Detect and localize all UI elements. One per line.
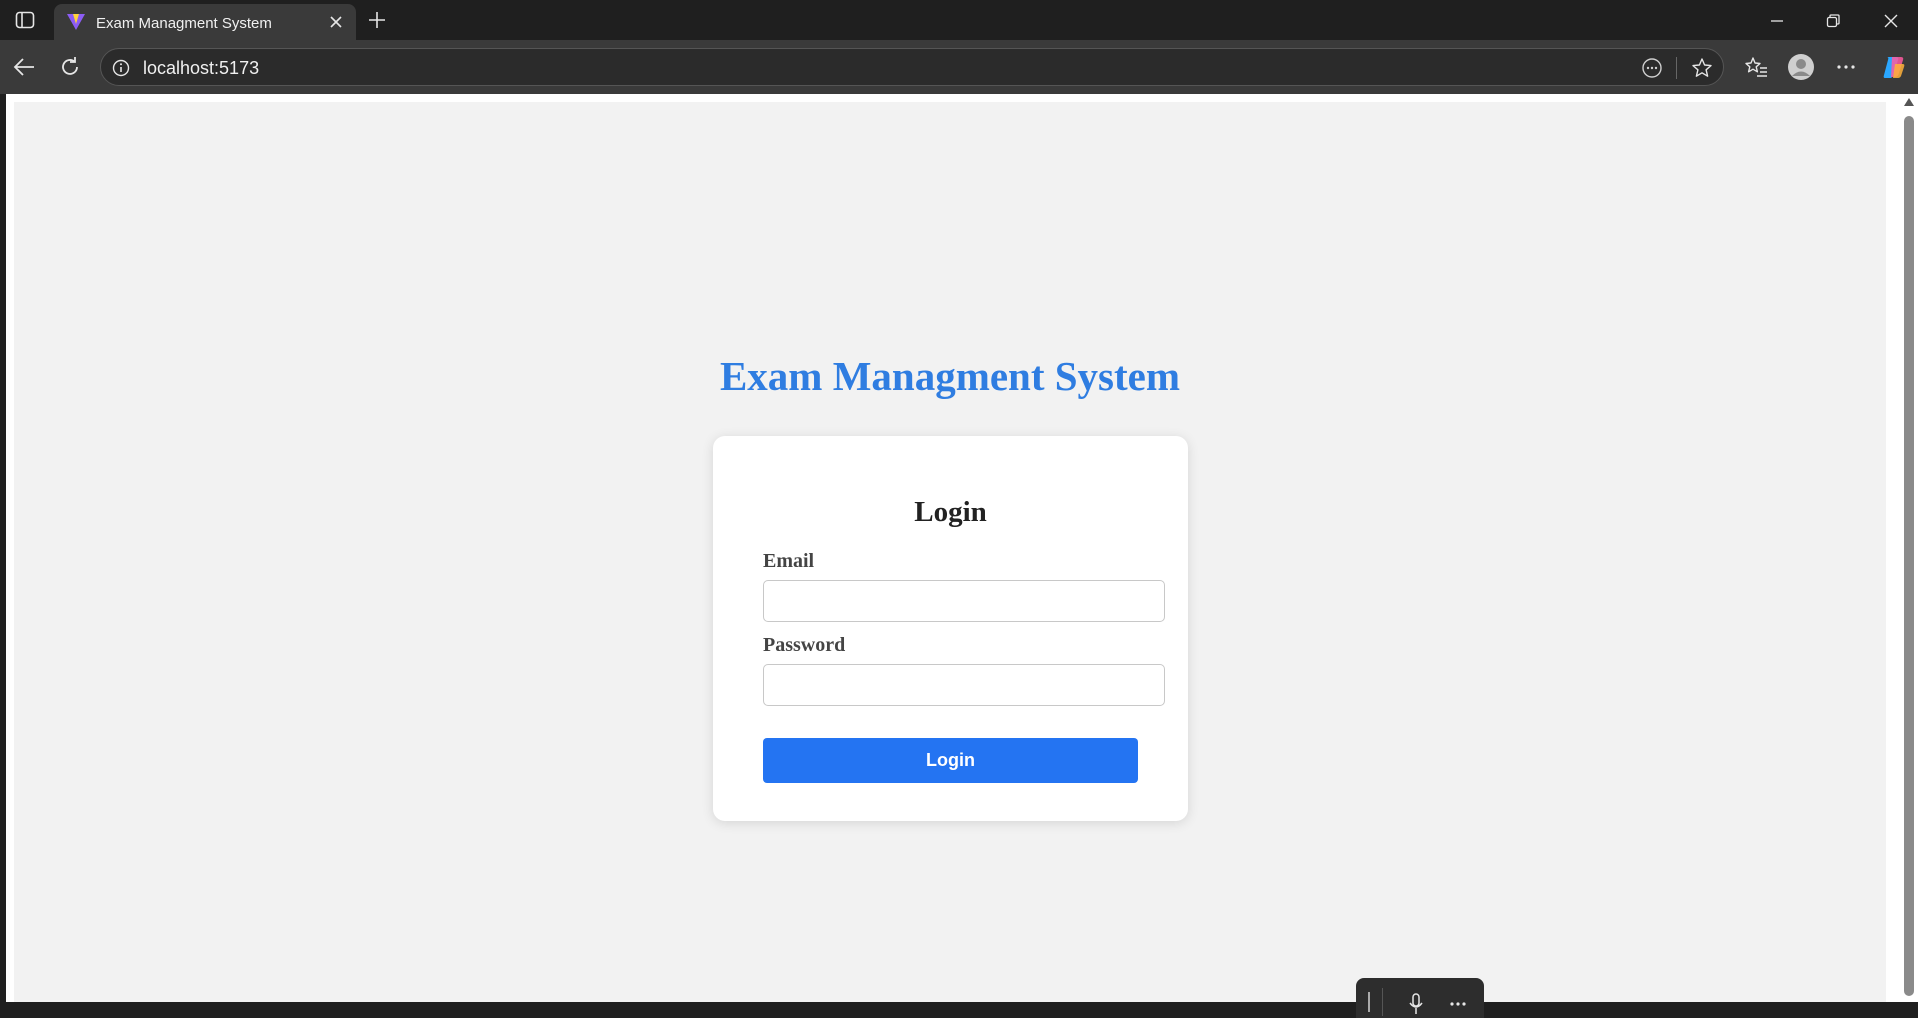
browser-titlebar: Exam Managment System: [0, 0, 1918, 40]
drag-handle[interactable]: [1368, 992, 1370, 1012]
reload-icon[interactable]: [58, 55, 82, 79]
floating-toolbar: [1356, 978, 1484, 1018]
email-label: Email: [763, 550, 815, 572]
address-bar-divider: [1676, 57, 1677, 79]
scroll-up-arrow-icon[interactable]: [1904, 98, 1914, 106]
toolbar-divider: [1382, 988, 1383, 1016]
browser-tab[interactable]: Exam Managment System: [54, 4, 356, 40]
tab-title: Exam Managment System: [96, 15, 272, 32]
profile-avatar-icon[interactable]: [1786, 52, 1816, 82]
login-card: Login Email Password Login: [713, 436, 1188, 821]
page-background: Exam Managment System Login Email Passwo…: [14, 102, 1886, 1018]
url-text: localhost:5173: [143, 58, 260, 78]
vertical-scrollbar[interactable]: [1900, 94, 1918, 1002]
address-bar[interactable]: localhost:5173: [100, 48, 1724, 86]
close-window-icon[interactable]: [1878, 10, 1904, 32]
app-title: Exam Managment System: [719, 353, 1181, 399]
copilot-icon[interactable]: [1880, 53, 1908, 81]
new-tab-icon[interactable]: [365, 8, 389, 32]
sidebar-toggle-icon[interactable]: [14, 10, 36, 30]
back-icon[interactable]: [12, 55, 36, 79]
vite-favicon-icon: [66, 13, 86, 31]
microphone-icon[interactable]: [1406, 992, 1426, 1016]
password-label: Password: [763, 634, 846, 656]
minimize-icon[interactable]: [1764, 10, 1790, 32]
password-field[interactable]: [763, 664, 1165, 706]
close-tab-icon[interactable]: [324, 10, 348, 34]
favorites-icon[interactable]: [1744, 55, 1768, 79]
page-viewport: Exam Managment System Login Email Passwo…: [6, 94, 1918, 1018]
favorite-star-icon[interactable]: [1691, 57, 1713, 79]
more-options-icon[interactable]: [1446, 996, 1470, 1012]
scrollbar-thumb[interactable]: [1904, 116, 1914, 996]
browser-toolbar: localhost:5173: [0, 40, 1918, 94]
site-info-icon[interactable]: [111, 58, 131, 78]
login-button[interactable]: Login: [763, 738, 1138, 783]
restore-icon[interactable]: [1820, 10, 1846, 32]
reading-mode-icon[interactable]: [1641, 57, 1663, 79]
more-menu-icon[interactable]: [1834, 55, 1858, 79]
email-field[interactable]: [763, 580, 1165, 622]
login-heading: Login: [914, 496, 987, 528]
